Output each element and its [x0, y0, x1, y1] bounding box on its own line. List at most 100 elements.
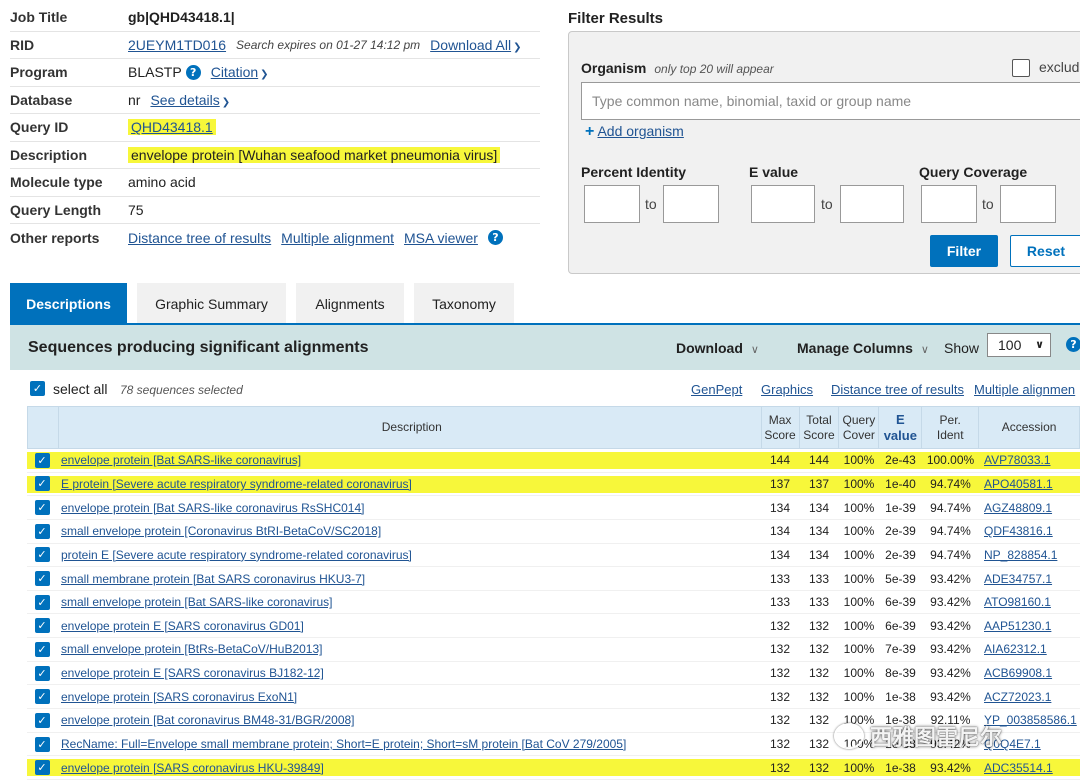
- e-value-label: E value: [749, 164, 799, 180]
- row-description-link[interactable]: envelope protein E [SARS coronavirus GD0…: [61, 619, 304, 633]
- tab-taxonomy[interactable]: Taxonomy: [414, 283, 514, 325]
- description-column-header[interactable]: Description: [57, 407, 761, 448]
- reset-button[interactable]: Reset: [1010, 235, 1080, 267]
- row-description-link[interactable]: small envelope protein [BtRs-BetaCoV/HuB…: [61, 642, 322, 656]
- select-all-checkbox[interactable]: ✓: [30, 381, 45, 396]
- e-value-max-input[interactable]: [840, 185, 904, 223]
- genpept-link[interactable]: GenPept: [691, 382, 742, 397]
- row-checkbox[interactable]: ✓: [34, 689, 50, 705]
- download-menu[interactable]: Download ∨: [676, 340, 759, 356]
- add-organism-link[interactable]: Add organism: [597, 123, 683, 139]
- row-description-link[interactable]: envelope protein [Bat coronavirus BM48-3…: [61, 713, 355, 727]
- multiple-alignment-link[interactable]: Multiple alignmen: [974, 382, 1075, 397]
- exclude-checkbox[interactable]: [1012, 59, 1030, 77]
- row-accession-link[interactable]: ACB69908.1: [984, 666, 1052, 680]
- manage-columns-menu[interactable]: Manage Columns ∨: [797, 340, 929, 356]
- query-coverage-min-input[interactable]: [921, 185, 977, 223]
- msa-viewer-link[interactable]: MSA viewer: [404, 230, 478, 246]
- row-description-link[interactable]: envelope protein [SARS coronavirus HKU-3…: [61, 760, 324, 775]
- row-checkbox[interactable]: ✓: [34, 452, 50, 468]
- row-checkbox[interactable]: ✓: [34, 500, 50, 516]
- row-accession-link[interactable]: QDF43816.1: [984, 524, 1053, 538]
- total-score-column-header[interactable]: Total Score: [798, 407, 839, 448]
- row-accession-link[interactable]: ATO98160.1: [984, 595, 1051, 609]
- show-count-select[interactable]: 100 ∨: [987, 333, 1051, 357]
- add-organism-row[interactable]: + Add organism: [585, 123, 684, 141]
- max-score-column-header[interactable]: Max Score: [760, 407, 799, 448]
- download-all-link[interactable]: Download All: [430, 37, 511, 53]
- row-description-link[interactable]: small envelope protein [Coronavirus BtRI…: [61, 524, 381, 538]
- distance-tree-link[interactable]: Distance tree of results: [831, 382, 964, 397]
- help-icon[interactable]: ?: [487, 230, 503, 246]
- row-e-value: 6e-39: [885, 595, 916, 610]
- citation-link[interactable]: Citation: [211, 64, 258, 80]
- row-checkbox[interactable]: ✓: [34, 476, 50, 492]
- row-description-link[interactable]: RecName: Full=Envelope small membrane pr…: [61, 737, 626, 751]
- row-accession-cell: ACB69908.1: [979, 666, 1080, 680]
- row-description-link[interactable]: small envelope protein [Bat SARS-like co…: [61, 595, 332, 609]
- multiple-alignment-link[interactable]: Multiple alignment: [281, 230, 394, 246]
- row-accession-cell: ADE34757.1: [979, 572, 1080, 586]
- row-checkbox[interactable]: ✓: [34, 760, 50, 776]
- row-checkbox[interactable]: ✓: [34, 547, 50, 563]
- rid-link[interactable]: 2UEYM1TD016: [128, 37, 226, 53]
- filter-button[interactable]: Filter: [930, 235, 998, 267]
- per-ident-column-header[interactable]: Per. Ident: [921, 407, 978, 448]
- e-value-column-header[interactable]: Evalue: [878, 407, 921, 448]
- distance-tree-link[interactable]: Distance tree of results: [128, 230, 271, 246]
- row-checkbox[interactable]: ✓: [34, 594, 50, 610]
- query-coverage-max-input[interactable]: [1000, 185, 1056, 223]
- row-accession-link[interactable]: AIA62312.1: [984, 642, 1047, 656]
- row-accession-link[interactable]: APO40581.1: [984, 477, 1053, 491]
- row-checkbox[interactable]: ✓: [34, 618, 50, 634]
- row-accession-link[interactable]: AVP78033.1: [984, 453, 1051, 467]
- graphics-link[interactable]: Graphics: [761, 382, 813, 397]
- to-label: to: [821, 196, 833, 212]
- row-checkbox[interactable]: ✓: [34, 736, 50, 752]
- row-accession-link[interactable]: AAP51230.1: [984, 619, 1051, 633]
- table-row: ✓ E protein [Severe acute respiratory syn…: [27, 472, 1080, 497]
- row-description-link[interactable]: small membrane protein [Bat SARS coronav…: [61, 572, 365, 586]
- row-description-link[interactable]: E protein [Severe acute respiratory synd…: [61, 476, 412, 491]
- percent-identity-max-input[interactable]: [663, 185, 719, 223]
- tab-alignments[interactable]: Alignments: [296, 283, 404, 325]
- table-row: ✓ small envelope protein [BtRs-BetaCoV/Hu…: [27, 638, 1080, 662]
- chevron-down-icon[interactable]: ❯: [513, 42, 521, 53]
- accession-column-header[interactable]: Accession: [978, 407, 1079, 448]
- row-accession-cell: QDF43816.1: [979, 524, 1080, 538]
- organism-input[interactable]: Type common name, binomial, taxid or gro…: [581, 82, 1080, 120]
- chevron-down-icon[interactable]: ❯: [260, 69, 268, 80]
- row-description-link[interactable]: envelope protein [Bat SARS-like coronavi…: [61, 453, 302, 468]
- row-accession-link[interactable]: ADC35514.1: [984, 761, 1053, 775]
- tab-graphic-summary[interactable]: Graphic Summary: [137, 283, 286, 325]
- row-total-score: 134: [808, 500, 830, 515]
- other-reports-label: Other reports: [10, 229, 100, 246]
- watermark-text: 西雅图雷尼尔: [870, 725, 1003, 750]
- row-accession-link[interactable]: ADE34757.1: [984, 572, 1052, 586]
- percent-identity-min-input[interactable]: [584, 185, 640, 223]
- row-e-value: 2e-43: [885, 453, 916, 468]
- description-row: Description envelope protein [Wuhan seaf…: [10, 142, 540, 169]
- see-details-link[interactable]: See details: [150, 92, 219, 108]
- tab-descriptions[interactable]: Descriptions: [10, 283, 127, 325]
- e-value-min-input[interactable]: [751, 185, 815, 223]
- row-accession-link[interactable]: AGZ48809.1: [984, 501, 1052, 515]
- row-description-link[interactable]: envelope protein [Bat SARS-like coronavi…: [61, 501, 364, 515]
- chevron-down-icon[interactable]: ❯: [222, 97, 230, 108]
- row-query-cover: 100%: [843, 500, 875, 515]
- query-id-link[interactable]: QHD43418.1: [128, 119, 216, 136]
- help-icon[interactable]: ?: [1066, 337, 1080, 352]
- row-checkbox[interactable]: ✓: [34, 523, 50, 539]
- row-query-cover: 100%: [843, 595, 875, 610]
- row-checkbox[interactable]: ✓: [34, 712, 50, 728]
- row-checkbox[interactable]: ✓: [34, 571, 50, 587]
- help-icon[interactable]: ?: [185, 64, 201, 80]
- row-description-link[interactable]: envelope protein E [SARS coronavirus BJ1…: [61, 666, 324, 680]
- row-accession-link[interactable]: NP_828854.1: [984, 548, 1057, 562]
- row-checkbox[interactable]: ✓: [34, 665, 50, 681]
- row-description-link[interactable]: envelope protein [SARS coronavirus ExoN1…: [61, 690, 297, 704]
- row-checkbox[interactable]: ✓: [34, 641, 50, 657]
- query-cover-column-header[interactable]: Query Cover: [838, 407, 878, 448]
- row-accession-link[interactable]: ACZ72023.1: [984, 690, 1051, 704]
- row-description-link[interactable]: protein E [Severe acute respiratory synd…: [61, 548, 412, 562]
